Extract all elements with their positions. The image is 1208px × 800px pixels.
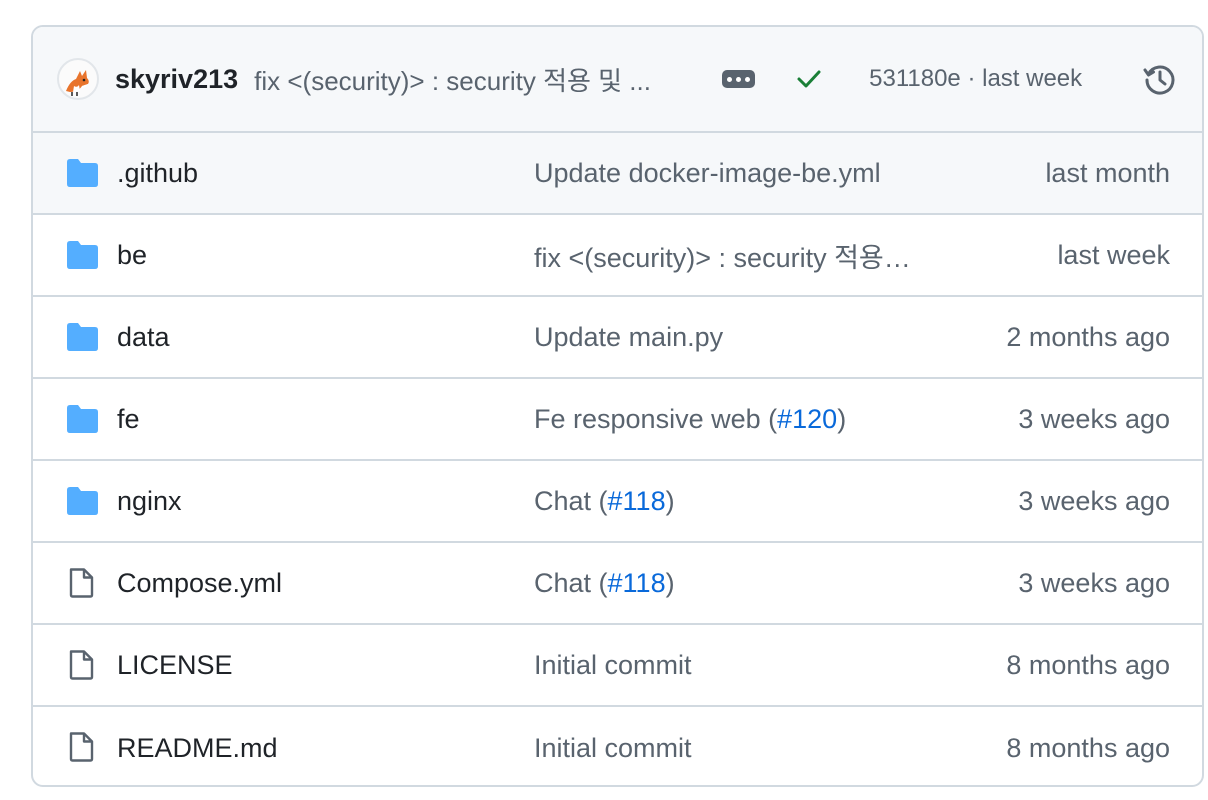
commit-message-link[interactable]: Fe responsive web (#120): [534, 404, 914, 435]
folder-icon: [65, 322, 99, 352]
file-name-link[interactable]: .github: [117, 158, 198, 189]
file-browser: skyriv213 fix <(security)> : security 적용…: [31, 25, 1204, 787]
file-icon: [65, 650, 99, 680]
commit-message-text[interactable]: Update docker-image-be.yml: [534, 158, 881, 188]
folder-icon: [65, 404, 99, 434]
commit-date[interactable]: last month: [1045, 158, 1170, 189]
folder-icon: [65, 486, 99, 516]
commit-message-text[interactable]: Update main.py: [534, 322, 723, 352]
commit-message-link[interactable]: Update main.py: [534, 322, 914, 353]
commit-message-text[interactable]: Initial commit: [534, 650, 692, 680]
commit-author[interactable]: skyriv213: [115, 64, 238, 95]
file-row[interactable]: nginx Chat (#118) 3 weeks ago: [33, 461, 1202, 543]
file-row[interactable]: data Update main.py 2 months ago: [33, 297, 1202, 379]
file-row[interactable]: README.md Initial commit 8 months ago: [33, 707, 1202, 785]
commit-message-text[interactable]: Chat (: [534, 568, 608, 598]
check-icon[interactable]: [795, 65, 823, 93]
pull-request-link[interactable]: #120: [777, 404, 837, 434]
history-icon[interactable]: [1142, 62, 1178, 98]
commit-date[interactable]: 8 months ago: [1006, 733, 1170, 764]
commit-date[interactable]: 8 months ago: [1006, 650, 1170, 681]
file-name-link[interactable]: Compose.yml: [117, 568, 282, 599]
file-row[interactable]: LICENSE Initial commit 8 months ago: [33, 625, 1202, 707]
file-icon: [65, 732, 99, 762]
file-name-link[interactable]: be: [117, 240, 147, 271]
commit-date[interactable]: 3 weeks ago: [1018, 404, 1170, 435]
file-row[interactable]: Compose.yml Chat (#118) 3 weeks ago: [33, 543, 1202, 625]
commit-message-link[interactable]: Chat (#118): [534, 568, 914, 599]
commit-date[interactable]: 3 weeks ago: [1018, 568, 1170, 599]
pull-request-link[interactable]: #118: [608, 486, 666, 516]
file-row[interactable]: .github Update docker-image-be.yml last mo…: [33, 133, 1202, 215]
file-row[interactable]: be fix <(security)> : security 적용 및 ... la…: [33, 215, 1202, 297]
ellipsis-icon[interactable]: [722, 70, 756, 88]
commit-message-text[interactable]: Fe responsive web (: [534, 404, 777, 434]
commit-message-link[interactable]: Initial commit: [534, 733, 914, 764]
folder-icon: [65, 158, 99, 188]
commit-message-link[interactable]: Chat (#118): [534, 486, 914, 517]
commit-message-text[interactable]: Initial commit: [534, 733, 692, 763]
file-icon: [65, 568, 99, 598]
commit-date[interactable]: 3 weeks ago: [1018, 486, 1170, 517]
commit-message-link[interactable]: fix <(security)> : security 적용 및 ...: [534, 236, 914, 275]
commit-sha-time[interactable]: 531180e · last week: [869, 65, 1082, 93]
file-name-link[interactable]: fe: [117, 404, 140, 435]
commit-date[interactable]: last week: [1057, 240, 1170, 271]
file-name-link[interactable]: nginx: [117, 486, 182, 517]
commit-message-link[interactable]: Initial commit: [534, 650, 914, 681]
file-name-link[interactable]: README.md: [117, 733, 278, 764]
commit-date[interactable]: 2 months ago: [1006, 322, 1170, 353]
file-name-link[interactable]: LICENSE: [117, 650, 233, 681]
commit-message-suffix[interactable]: ): [837, 404, 846, 434]
commit-message-link[interactable]: fix <(security)> : security 적용 및 ...: [254, 61, 694, 98]
latest-commit-bar: skyriv213 fix <(security)> : security 적용…: [33, 27, 1202, 133]
commit-message-suffix[interactable]: ): [666, 568, 675, 598]
file-row[interactable]: fe Fe responsive web (#120) 3 weeks ago: [33, 379, 1202, 461]
commit-message-text[interactable]: Chat (: [534, 486, 608, 516]
fox-avatar-icon[interactable]: [57, 58, 99, 100]
pull-request-link[interactable]: #118: [608, 568, 666, 598]
commit-message-link[interactable]: Update docker-image-be.yml: [534, 158, 914, 189]
commit-message-suffix[interactable]: ): [666, 486, 675, 516]
file-name-link[interactable]: data: [117, 322, 170, 353]
folder-icon: [65, 240, 99, 270]
commit-message-text[interactable]: fix <(security)> : security 적용 및 ...: [534, 243, 914, 273]
